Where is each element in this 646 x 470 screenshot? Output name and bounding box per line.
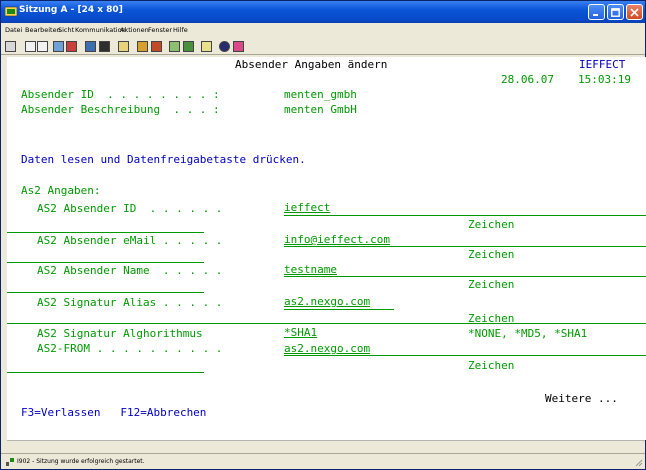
- keyboard-icon[interactable]: [99, 41, 110, 52]
- as2-from-input[interactable]: as2.nexgo.com: [284, 343, 370, 355]
- send-icon[interactable]: [53, 41, 64, 52]
- field-underline: [284, 215, 646, 216]
- close-icon: [630, 7, 639, 17]
- as2-sender-email-input[interactable]: info@ieffect.com: [284, 234, 390, 246]
- terminal-screen[interactable]: Absender Angaben ändern IEFFECT 28.06.07…: [7, 57, 646, 440]
- screen-time: 15:03:19: [578, 73, 631, 86]
- menu-aktionen[interactable]: Aktionen: [120, 26, 149, 34]
- minimize-button[interactable]: [588, 4, 605, 20]
- help-icon[interactable]: [233, 41, 244, 52]
- resize-grip-icon[interactable]: [633, 457, 643, 467]
- menu-kommunikation[interactable]: Kommunikation: [75, 26, 126, 34]
- minimize-icon: [593, 13, 598, 16]
- stop-icon[interactable]: [151, 41, 162, 52]
- status-message: I902 - Sitzung wurde erfolgreich gestart…: [17, 458, 145, 465]
- menu-bearbeiten[interactable]: Bearbeiten: [25, 26, 61, 34]
- field-underline: [284, 276, 646, 277]
- paste-icon[interactable]: [37, 41, 48, 52]
- as2-signature-alias-input[interactable]: as2.nexgo.com: [284, 296, 370, 308]
- maximize-button[interactable]: [607, 4, 624, 20]
- field-underline: [7, 292, 204, 293]
- field-underline: [7, 262, 204, 263]
- as2-sender-id-label: AS2 Absender ID . . . . . .: [37, 202, 223, 215]
- as2-sender-id-input[interactable]: ieffect: [284, 202, 330, 214]
- as2-signature-alias-label: AS2 Signatur Alias . . . . .: [37, 296, 223, 309]
- as2-signature-algorithm-input[interactable]: *SHA1: [284, 327, 317, 339]
- play-icon[interactable]: [169, 41, 180, 52]
- menu-bar: Datei Bearbeiten Sicht Kommunikation Akt…: [1, 23, 645, 37]
- menu-sicht[interactable]: Sicht: [58, 26, 74, 34]
- as2-sender-name-hint: Zeichen: [468, 278, 515, 291]
- as2-signature-algorithm-label: AS2 Signatur Alghorithmus: [37, 327, 203, 340]
- as2-from-hint: Zeichen: [468, 359, 515, 372]
- receive-icon[interactable]: [66, 41, 77, 52]
- field-underline: [7, 323, 646, 324]
- field-underline: [284, 309, 394, 310]
- instruction-text: Daten lesen und Datenfreigabetaste drück…: [21, 153, 306, 166]
- copy-icon[interactable]: [25, 41, 36, 52]
- print-icon[interactable]: [5, 41, 16, 52]
- as2-sender-email-label: AS2 Absender eMail . . . . .: [37, 234, 223, 247]
- sender-desc-value: menten GmbH: [284, 103, 357, 116]
- title-bar[interactable]: Sitzung A - [24 x 80]: [1, 1, 645, 23]
- function-keys[interactable]: F3=Verlassen F12=Abbrechen: [21, 407, 206, 419]
- status-separator: [7, 440, 645, 441]
- program-name: IEFFECT: [579, 58, 626, 71]
- as2-from-label: AS2-FROM . . . . . . . . . .: [37, 342, 223, 355]
- as2-sender-name-label: AS2 Absender Name . . . . .: [37, 264, 223, 277]
- menu-fenster[interactable]: Fenster: [148, 26, 172, 34]
- notes-icon[interactable]: [201, 41, 212, 52]
- terminal-app-icon: [5, 6, 17, 17]
- menu-hilfe[interactable]: Hilfe: [173, 26, 188, 34]
- close-button[interactable]: [626, 4, 643, 20]
- as2-sender-email-hint: Zeichen: [468, 248, 515, 261]
- customize-icon[interactable]: [183, 41, 194, 52]
- sender-id-label: Absender ID . . . . . . . . :: [21, 88, 220, 101]
- menu-datei[interactable]: Datei: [5, 26, 22, 34]
- toolbar: [1, 38, 645, 55]
- as2-signature-algorithm-hint: *NONE, *MD5, *SHA1: [468, 327, 588, 340]
- field-underline: [7, 232, 204, 233]
- as2-section-heading: As2 Angaben:: [21, 184, 101, 197]
- macro-icon[interactable]: [118, 41, 129, 52]
- globe-icon[interactable]: [219, 41, 230, 52]
- screen-date: 28.06.07: [501, 73, 554, 86]
- more-indicator: Weitere ...: [545, 392, 618, 405]
- field-underline: [284, 355, 646, 356]
- screen-title: Absender Angaben ändern: [235, 58, 388, 71]
- status-bar: I902 - Sitzung wurde erfolgreich gestart…: [1, 453, 645, 469]
- field-underline: [7, 372, 204, 373]
- sender-id-value: menten_gmbh: [284, 88, 357, 101]
- record-icon[interactable]: [137, 41, 148, 52]
- window-title: Sitzung A - [24 x 80]: [19, 5, 123, 15]
- sender-desc-label: Absender Beschreibung . . . :: [21, 103, 220, 116]
- maximize-icon: [611, 7, 620, 17]
- connection-icon: [6, 458, 14, 466]
- terminal-window: Sitzung A - [24 x 80] Datei Bearbeiten S…: [0, 0, 646, 470]
- field-underline: [284, 246, 646, 247]
- as2-sender-id-hint: Zeichen: [468, 218, 515, 231]
- as2-sender-name-input[interactable]: testname: [284, 264, 337, 276]
- display-icon[interactable]: [85, 41, 96, 52]
